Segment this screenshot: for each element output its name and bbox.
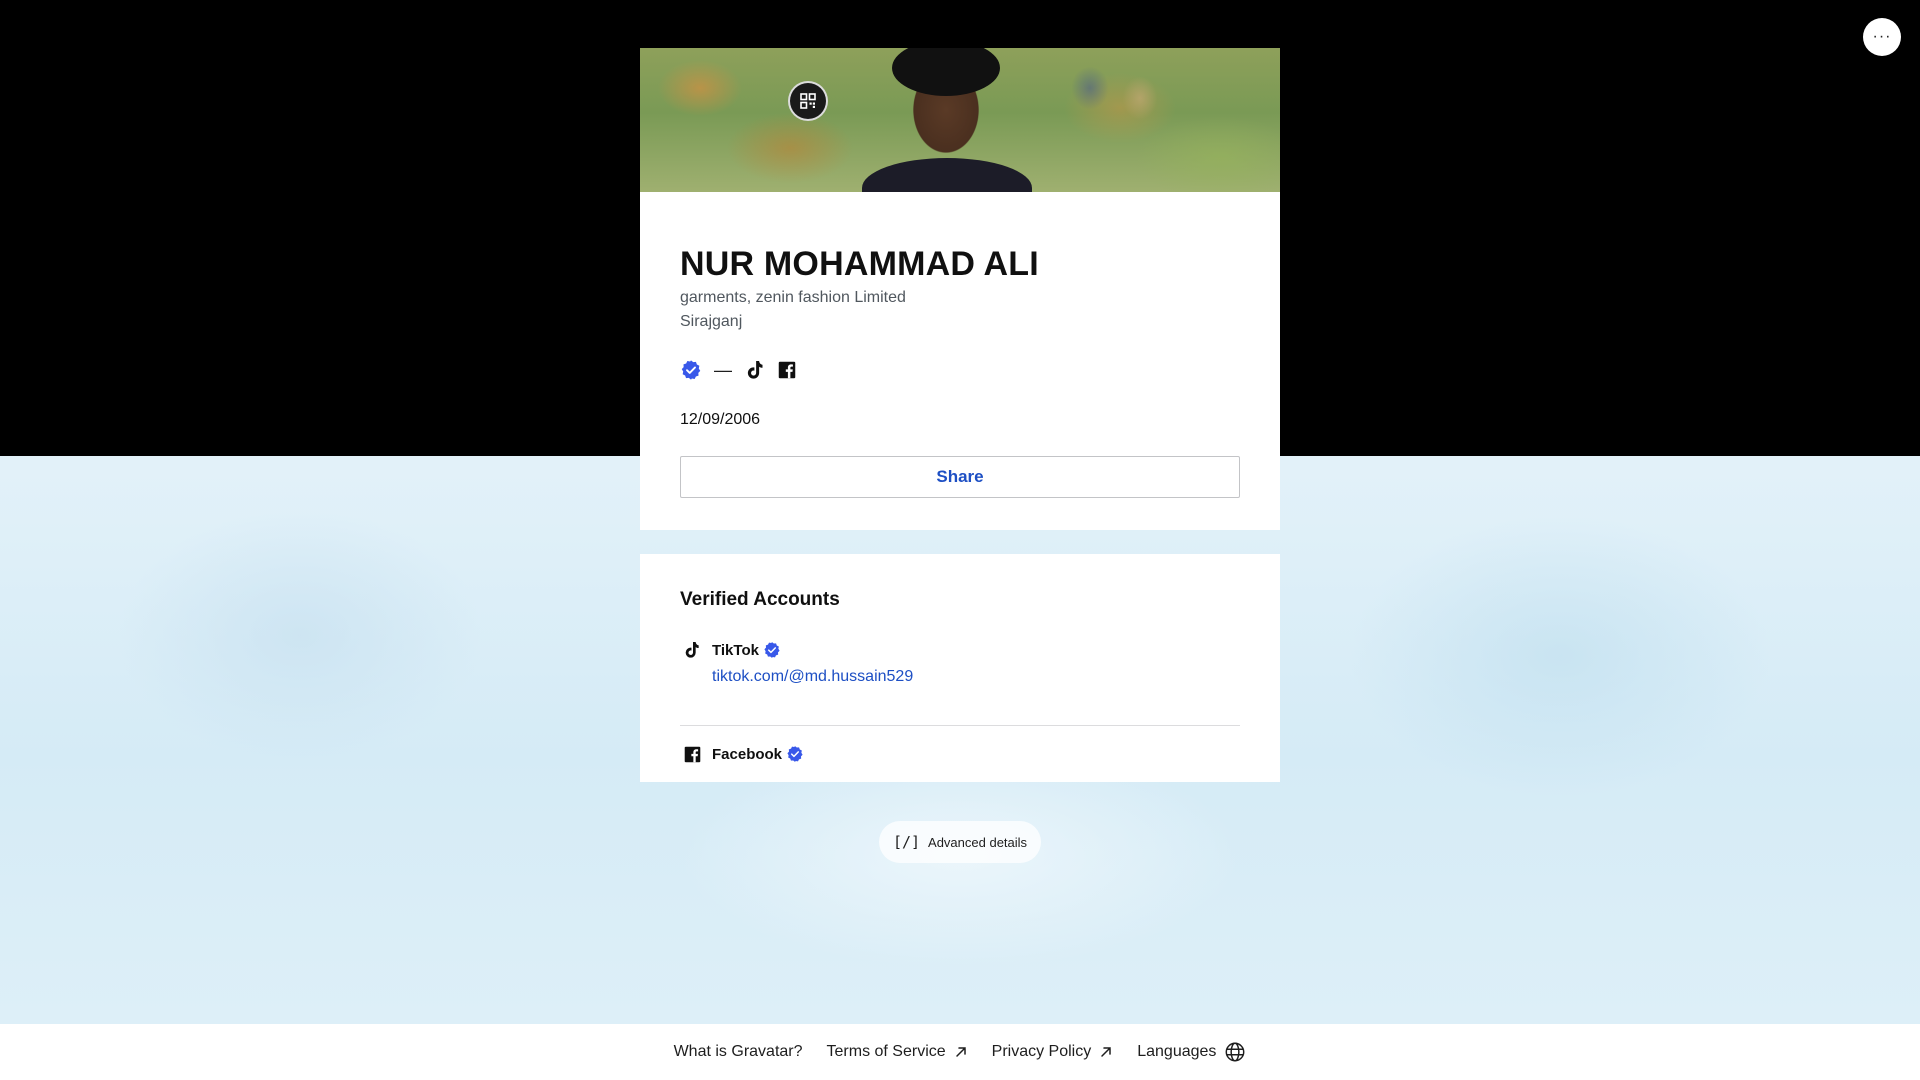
footer: What is Gravatar? Terms of Service Priva… — [0, 1024, 1920, 1080]
advanced-details-label: Advanced details — [928, 834, 1028, 850]
globe-icon — [1225, 1042, 1245, 1062]
verified-account-facebook: Facebook — [680, 744, 1240, 772]
tiktok-profile-link[interactable]: tiktok.com/@md.hussain529 — [712, 665, 913, 689]
code-icon: [/] — [892, 833, 921, 851]
footer-link-label: What is Gravatar? — [673, 1043, 803, 1060]
footer-link-languages[interactable]: Languages — [1137, 1041, 1246, 1063]
profile-card: NUR MOHAMMAD ALI garments, zenin fashion… — [640, 48, 1280, 530]
cover-image — [640, 48, 1280, 192]
verified-badge-icon — [763, 641, 781, 659]
verified-badge-icon[interactable] — [680, 359, 702, 381]
footer-link-label: Privacy Policy — [991, 1043, 1092, 1060]
share-button[interactable]: Share — [680, 456, 1240, 498]
tiktok-icon — [680, 638, 704, 662]
verified-account-tiktok: TikTok tiktok.com/@md.hussain529 — [680, 640, 1240, 726]
footer-link-terms[interactable]: Terms of Service — [827, 1043, 968, 1061]
footer-link-label: Terms of Service — [826, 1043, 946, 1060]
profile-name: NUR MOHAMMAD ALI — [680, 245, 1039, 283]
external-arrow-icon — [1101, 1047, 1111, 1057]
facebook-icon[interactable] — [776, 359, 798, 381]
footer-link-label: Languages — [1137, 1043, 1217, 1060]
qr-code-button[interactable] — [788, 81, 828, 121]
account-name-facebook[interactable]: Facebook — [712, 746, 782, 763]
qr-code-icon — [800, 93, 816, 109]
profile-icons-row: — — [680, 358, 1240, 382]
profile-location: Sirajganj — [680, 313, 743, 330]
verified-badge-icon — [786, 745, 804, 763]
verified-accounts-title: Verified Accounts — [680, 589, 840, 610]
footer-link-privacy[interactable]: Privacy Policy — [992, 1043, 1114, 1061]
more-options-button[interactable]: ··· — [1863, 18, 1901, 56]
profile-job: garments, zenin fashion Limited — [680, 289, 906, 306]
external-arrow-icon — [955, 1047, 966, 1057]
verified-accounts-card: Verified Accounts TikTok tiktok.com/@md.… — [640, 554, 1280, 782]
profile-date: 12/09/2006 — [680, 411, 761, 428]
advanced-details-button[interactable]: [/] Advanced details — [879, 821, 1041, 863]
tiktok-icon[interactable] — [744, 359, 766, 381]
header-dash: — — [714, 359, 732, 380]
facebook-icon — [680, 742, 704, 766]
footer-link-what-is-gravatar[interactable]: What is Gravatar? — [674, 1043, 803, 1061]
account-name-tiktok: TikTok — [712, 641, 759, 659]
